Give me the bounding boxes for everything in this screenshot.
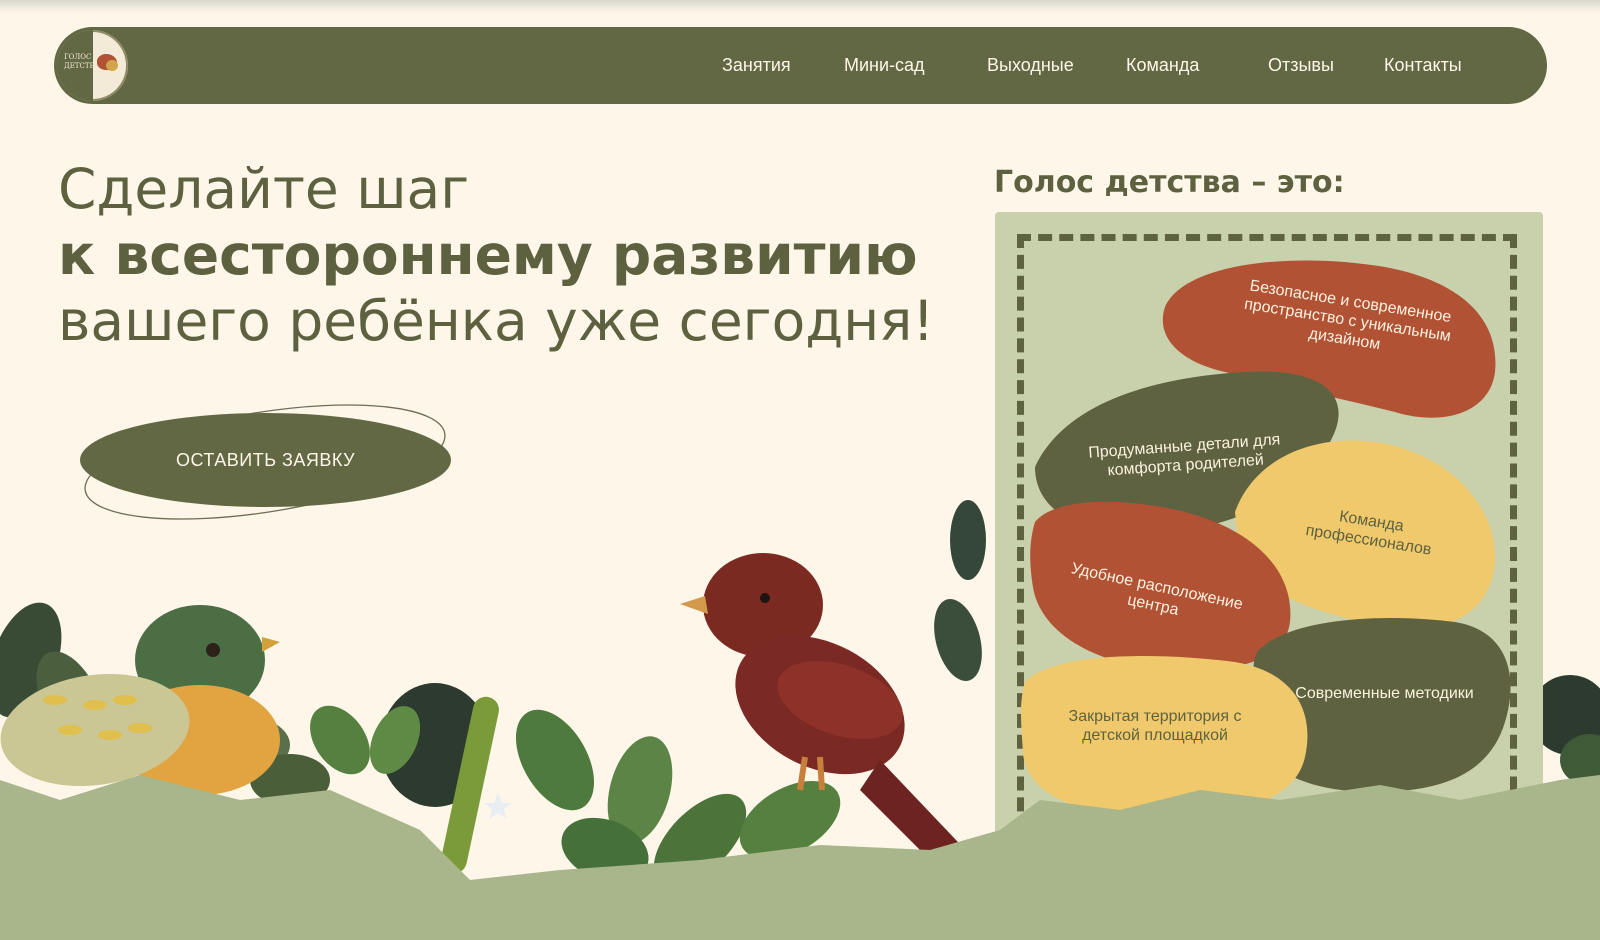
- hero-line-2: к всестороннему развитию: [58, 223, 918, 287]
- features-title: Голос детства – это:: [994, 165, 1345, 200]
- nav-item-contacts[interactable]: Контакты: [1384, 55, 1462, 76]
- cta-wrapper: ОСТАВИТЬ ЗАЯВКУ: [80, 400, 460, 530]
- features-panel: Безопасное и современное пространство с …: [995, 212, 1543, 852]
- red-bird-illustration: [680, 553, 975, 860]
- feature-label-territory: Закрытая территория с детской площадкой: [1068, 708, 1242, 744]
- logo[interactable]: ГОЛОС ДЕТСТВА: [57, 30, 128, 101]
- feature-label-methods: Современные методики: [1295, 685, 1474, 702]
- nav-item-mini-garden[interactable]: Мини-сад: [844, 55, 925, 76]
- star-icon: [484, 793, 512, 819]
- nav-item-weekends[interactable]: Выходные: [987, 55, 1074, 76]
- fern-illustration: [310, 683, 841, 887]
- top-nav: ГОЛОС ДЕТСТВА Занятия Мини-сад Выходные …: [54, 27, 1547, 104]
- top-shade: [0, 0, 1600, 12]
- green-bird-illustration: [0, 605, 280, 795]
- nav-item-team[interactable]: Команда: [1126, 55, 1199, 76]
- logo-text: ГОЛОС ДЕТСТВА: [64, 53, 100, 70]
- leave-request-button[interactable]: ОСТАВИТЬ ЗАЯВКУ: [80, 413, 451, 507]
- hero-line-1: Сделайте шаг: [58, 157, 470, 221]
- nav-item-classes[interactable]: Занятия: [722, 55, 791, 76]
- leaf-illustration: [0, 602, 330, 806]
- hero-line-3: вашего ребёнка уже сегодня!: [58, 289, 935, 353]
- logo-bird-wing-icon: [106, 60, 118, 71]
- hero-headline: Сделайте шаг к всестороннему развитию ва…: [58, 156, 934, 354]
- nav-item-reviews[interactable]: Отзывы: [1268, 55, 1334, 76]
